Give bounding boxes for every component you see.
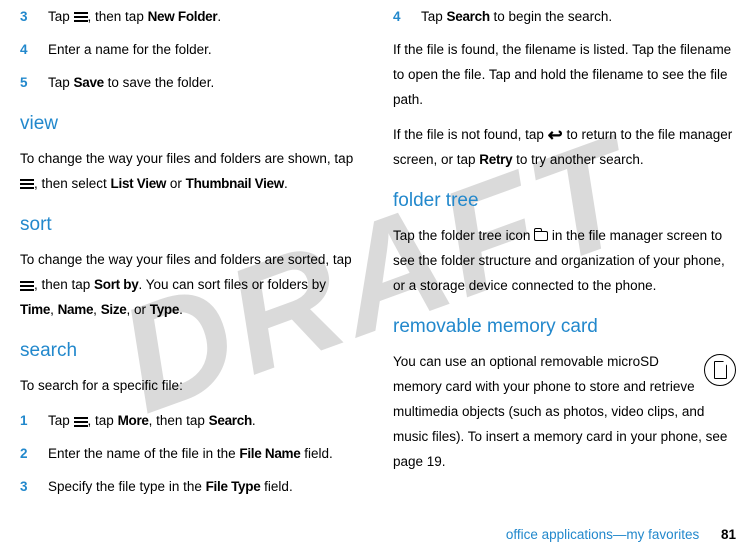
text: , then select (34, 176, 111, 191)
sd-card-icon (704, 354, 736, 386)
text: , tap (88, 413, 118, 428)
text: . You can sort files or folders by (138, 277, 326, 292)
search-step-3: 3 Specify the file type in the File Type… (20, 475, 363, 500)
page-footer: office applications—my favorites 81 (506, 527, 736, 542)
right-column: 4 Tap Search to begin the search. If the… (393, 5, 736, 508)
search-heading: search (20, 333, 363, 368)
text: to begin the search. (490, 9, 612, 24)
text: You can use an optional removable microS… (393, 354, 727, 469)
step-text: Tap , tap More, then tap Search. (48, 409, 363, 434)
text: to save the folder. (104, 75, 214, 90)
step-number: 2 (20, 442, 48, 467)
step-number: 5 (20, 71, 48, 96)
text: . (179, 302, 183, 317)
text: To change the way your files and folders… (20, 252, 352, 267)
text: field. (260, 479, 292, 494)
bold-text: Sort by (94, 277, 138, 292)
step-text: Enter the name of the file in the File N… (48, 442, 363, 467)
menu-icon (74, 417, 88, 427)
bold-text: Time (20, 302, 50, 317)
bold-text: Type (150, 302, 179, 317)
step-number: 4 (393, 5, 421, 30)
step-number: 1 (20, 409, 48, 434)
step-text: Tap , then tap New Folder. (48, 5, 363, 30)
folder-tree-heading: folder tree (393, 183, 736, 218)
step-text: Enter a name for the folder. (48, 38, 363, 63)
sort-paragraph: To change the way your files and folders… (20, 248, 363, 323)
bold-text: Search (447, 9, 490, 24)
view-heading: view (20, 106, 363, 141)
text: If the file is not found, tap (393, 127, 548, 142)
removable-paragraph: You can use an optional removable microS… (393, 350, 736, 475)
text: , (93, 302, 101, 317)
bold-text: Save (74, 75, 104, 90)
folder-icon (534, 231, 548, 241)
menu-icon (20, 281, 34, 291)
text: Enter the name of the file in the (48, 446, 239, 461)
bold-text: New Folder (148, 9, 218, 24)
text: Tap (421, 9, 447, 24)
text: , then tap (149, 413, 209, 428)
page-content: 3 Tap , then tap New Folder. 4 Enter a n… (0, 0, 756, 518)
text: , then tap (88, 9, 148, 24)
search-step-1: 1 Tap , tap More, then tap Search. (20, 409, 363, 434)
step-3: 3 Tap , then tap New Folder. (20, 5, 363, 30)
step-5: 5 Tap Save to save the folder. (20, 71, 363, 96)
step-text: Specify the file type in the File Type f… (48, 475, 363, 500)
left-column: 3 Tap , then tap New Folder. 4 Enter a n… (20, 5, 363, 508)
search-step-2: 2 Enter the name of the file in the File… (20, 442, 363, 467)
sort-heading: sort (20, 207, 363, 242)
text: Tap (48, 75, 74, 90)
bold-text: More (118, 413, 149, 428)
text: field. (300, 446, 332, 461)
text: or (166, 176, 186, 191)
view-paragraph: To change the way your files and folders… (20, 147, 363, 197)
text: , (50, 302, 58, 317)
text: Specify the file type in the (48, 479, 206, 494)
text: to try another search. (512, 152, 643, 167)
step-text: Tap Search to begin the search. (421, 5, 736, 30)
text: , then tap (34, 277, 94, 292)
bold-text: Size (101, 302, 127, 317)
text: Tap the folder tree icon (393, 228, 534, 243)
menu-icon (74, 12, 88, 22)
step-number: 4 (20, 38, 48, 63)
notfound-paragraph: If the file is not found, tap ↩ to retur… (393, 123, 736, 173)
text: To change the way your files and folders… (20, 151, 353, 166)
bold-text: File Name (239, 446, 300, 461)
step-text: Tap Save to save the folder. (48, 71, 363, 96)
removable-heading: removable memory card (393, 309, 736, 344)
search-step-4: 4 Tap Search to begin the search. (393, 5, 736, 30)
bold-text: List View (111, 176, 167, 191)
folder-tree-paragraph: Tap the folder tree icon in the file man… (393, 224, 736, 299)
text: . (284, 176, 288, 191)
found-paragraph: If the file is found, the filename is li… (393, 38, 736, 113)
text: Tap (48, 9, 74, 24)
text: . (217, 9, 221, 24)
bold-text: Name (58, 302, 94, 317)
text: Tap (48, 413, 74, 428)
bold-text: Retry (479, 152, 512, 167)
text: . (252, 413, 256, 428)
menu-icon (20, 179, 34, 189)
search-intro: To search for a specific file: (20, 374, 363, 399)
step-number: 3 (20, 5, 48, 30)
back-icon: ↩ (548, 126, 563, 144)
bold-text: Search (209, 413, 252, 428)
step-4: 4 Enter a name for the folder. (20, 38, 363, 63)
step-number: 3 (20, 475, 48, 500)
bold-text: Thumbnail View (186, 176, 284, 191)
page-number: 81 (721, 527, 736, 542)
footer-text: office applications—my favorites (506, 527, 699, 542)
bold-text: File Type (206, 479, 261, 494)
text: , or (127, 302, 150, 317)
